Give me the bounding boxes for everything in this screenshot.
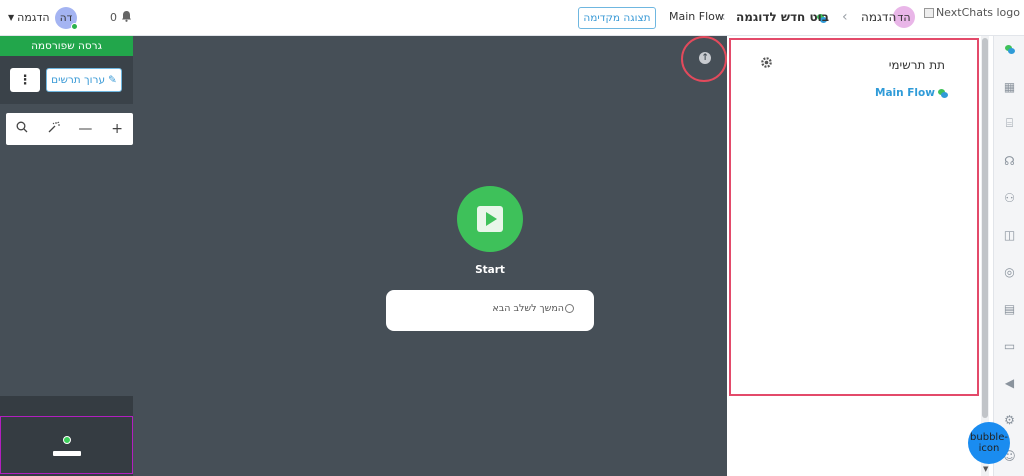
- connector-handle[interactable]: [565, 304, 574, 313]
- next-step-label: המשך לשלב הבא: [492, 303, 564, 314]
- breadcrumb-bot[interactable]: בוט חדש לדוגמה: [736, 10, 829, 24]
- bubble-alt-text: bubble-icon: [970, 432, 1008, 454]
- pencil-icon: ✎: [108, 74, 117, 86]
- archive-icon[interactable]: ▭: [1002, 338, 1017, 353]
- zoom-toolbar: — +: [6, 113, 133, 145]
- zoom-in-icon[interactable]: +: [105, 121, 129, 137]
- user-initials: דה: [59, 12, 73, 24]
- icon-rail: ▦ ⌸ ☊ ⚇ ◫ ◎ ▤ ▭ ◀ ⚙ ☺: [993, 36, 1024, 476]
- subflows-panel: תת תרשימי Main Flow: [729, 38, 979, 396]
- vertical-scrollbar[interactable]: [981, 36, 989, 476]
- headset-icon[interactable]: ☊: [1002, 153, 1017, 168]
- chat-bubble-launcher[interactable]: bubble-icon: [968, 422, 1010, 464]
- minimap[interactable]: [0, 396, 133, 476]
- globe-icon[interactable]: ◎: [1002, 264, 1017, 279]
- scroll-down-arrow-icon[interactable]: ▼: [983, 465, 988, 473]
- vertical-dots-icon: ⋮: [18, 72, 32, 88]
- start-node-label: Start: [475, 264, 505, 276]
- gear-icon[interactable]: [760, 56, 773, 73]
- user-name: הדגמה: [17, 11, 50, 24]
- edit-flow-button[interactable]: ערוך תרשים ✎: [46, 68, 122, 92]
- subflows-title: תת תרשימי: [888, 58, 945, 72]
- flow-canvas[interactable]: ↑ Start המשך לשלב הבא: [133, 36, 727, 476]
- chart-icon[interactable]: ▤: [1002, 301, 1017, 316]
- left-panel: גרסה שפורסמה ⋮ ערוך תרשים ✎ — +: [0, 36, 133, 476]
- magic-wand-icon[interactable]: [42, 121, 66, 138]
- megaphone-icon[interactable]: ◀: [1002, 375, 1017, 390]
- right-panel: תת תרשימי Main Flow ▼: [727, 36, 993, 476]
- columns-icon[interactable]: ◫: [1002, 227, 1017, 242]
- notifications[interactable]: 0: [110, 10, 132, 25]
- breadcrumb-workspace[interactable]: הדגמה: [861, 10, 896, 24]
- breadcrumb-chevron-icon: ‹: [842, 9, 848, 25]
- subflow-item-main-flow[interactable]: Main Flow: [875, 87, 948, 99]
- subflow-label: Main Flow: [875, 87, 935, 99]
- user-avatar[interactable]: דה: [55, 7, 78, 30]
- minimap-viewport[interactable]: [0, 416, 133, 474]
- edit-flow-label: ערוך תרשים: [51, 74, 106, 86]
- broken-image-icon: [923, 7, 934, 18]
- dropdown-caret-icon: ▼: [8, 13, 15, 22]
- more-options-button[interactable]: ⋮: [10, 68, 40, 92]
- online-status-dot: [71, 23, 78, 30]
- breadcrumb-flow[interactable]: Main Flow: [669, 10, 724, 23]
- start-node[interactable]: [457, 186, 523, 252]
- nextchats-logo[interactable]: NextChats logo: [923, 6, 1020, 19]
- top-bar: NextChats logo הד הדגמה ‹ בוט חדש לדוגמה…: [0, 0, 1024, 36]
- published-version-banner[interactable]: גרסה שפורסמה: [0, 36, 133, 56]
- arrow-up-icon[interactable]: ↑: [699, 52, 711, 64]
- settings-icon[interactable]: ⚙: [1002, 412, 1017, 427]
- chat-icon[interactable]: [1002, 42, 1017, 57]
- flow-tools: ⋮ ערוך תרשים ✎: [0, 56, 133, 104]
- chat-bubbles-icon: [937, 88, 948, 98]
- search-icon[interactable]: [10, 121, 34, 137]
- grid-icon[interactable]: ▦: [1002, 79, 1017, 94]
- scrollbar-thumb[interactable]: [982, 38, 988, 418]
- minimap-start-node: [63, 436, 71, 444]
- user-menu[interactable]: ▼ הדגמה: [8, 11, 50, 24]
- user-icon[interactable]: ⚇: [1002, 190, 1017, 205]
- zoom-out-icon[interactable]: —: [73, 121, 97, 137]
- play-icon: [477, 206, 503, 232]
- preview-button[interactable]: תצוגה מקדימה: [578, 7, 656, 29]
- minimap-card-node: [53, 451, 81, 456]
- next-step-card[interactable]: המשך לשלב הבא: [386, 290, 594, 331]
- logo-alt-text: NextChats logo: [935, 6, 1020, 19]
- notification-count: 0: [110, 11, 117, 24]
- presentation-icon[interactable]: ⌸: [1002, 116, 1017, 131]
- bell-icon: [121, 10, 132, 25]
- workspace-initials: הד: [897, 10, 911, 24]
- highlight-circle: ↑: [681, 36, 727, 82]
